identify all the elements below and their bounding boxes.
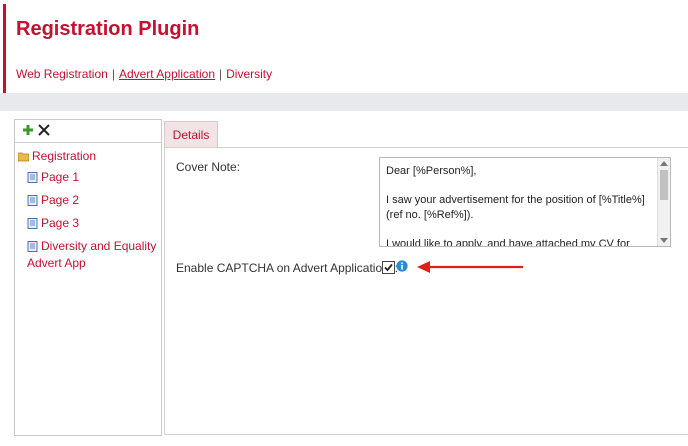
- tree-item-diversity-advert-app[interactable]: Diversity and Equality Advert App: [27, 238, 157, 274]
- breadcrumb-diversity[interactable]: Diversity: [226, 67, 272, 81]
- tree-item-label: Page 2: [41, 193, 80, 207]
- folder-icon: [18, 152, 29, 162]
- tree-item-label: Page 3: [41, 216, 80, 230]
- tree-panel: Registration Page 1 Page 2 Page 3 Divers…: [14, 119, 162, 436]
- page-icon: [27, 195, 38, 206]
- breadcrumb-separator: |: [219, 67, 223, 81]
- breadcrumb: Web Registration | Advert Application | Dive…: [16, 67, 272, 81]
- tree-item-label: Page 1: [41, 170, 80, 184]
- scroll-down-icon[interactable]: [660, 238, 668, 243]
- annotation-arrow-icon: [417, 261, 523, 273]
- close-icon[interactable]: [37, 123, 51, 137]
- page-icon: [27, 218, 38, 229]
- breadcrumb-separator: |: [111, 67, 115, 81]
- captcha-checkbox[interactable]: [382, 261, 395, 274]
- tree-item-label: Diversity and Equality: [41, 239, 157, 253]
- details-panel: Details Cover Note: Dear [%Person%], I s…: [164, 119, 688, 435]
- plus-icon[interactable]: [22, 124, 34, 136]
- cover-note-text: Dear [%Person%], I saw your advertisemen…: [386, 165, 645, 247]
- scroll-thumb[interactable]: [660, 170, 668, 200]
- scroll-up-icon[interactable]: [660, 161, 668, 166]
- breadcrumb-web-registration[interactable]: Web Registration: [16, 67, 108, 81]
- info-icon[interactable]: [396, 260, 408, 272]
- captcha-label: Enable CAPTCHA on Advert Applications:: [176, 261, 399, 275]
- page-icon: [27, 241, 38, 252]
- tree-item-label-continued: Advert App: [27, 256, 86, 270]
- tab-details[interactable]: Details: [164, 121, 218, 148]
- header-band: [0, 93, 688, 111]
- cover-note-label: Cover Note:: [176, 160, 241, 174]
- page-header: Registration Plugin Web Registration | Adv…: [0, 0, 688, 93]
- cover-note-textarea[interactable]: Dear [%Person%], I saw your advertisemen…: [379, 157, 671, 247]
- tree-toolbar: [15, 120, 161, 143]
- page-icon: [27, 172, 38, 183]
- textarea-scrollbar[interactable]: [657, 158, 670, 246]
- breadcrumb-advert-application[interactable]: Advert Application: [119, 67, 215, 81]
- tree-item-label: Registration: [32, 149, 97, 163]
- accent-bar: [3, 4, 6, 93]
- details-form: Cover Note: Dear [%Person%], I saw your …: [164, 147, 688, 435]
- page-title: Registration Plugin: [16, 18, 200, 40]
